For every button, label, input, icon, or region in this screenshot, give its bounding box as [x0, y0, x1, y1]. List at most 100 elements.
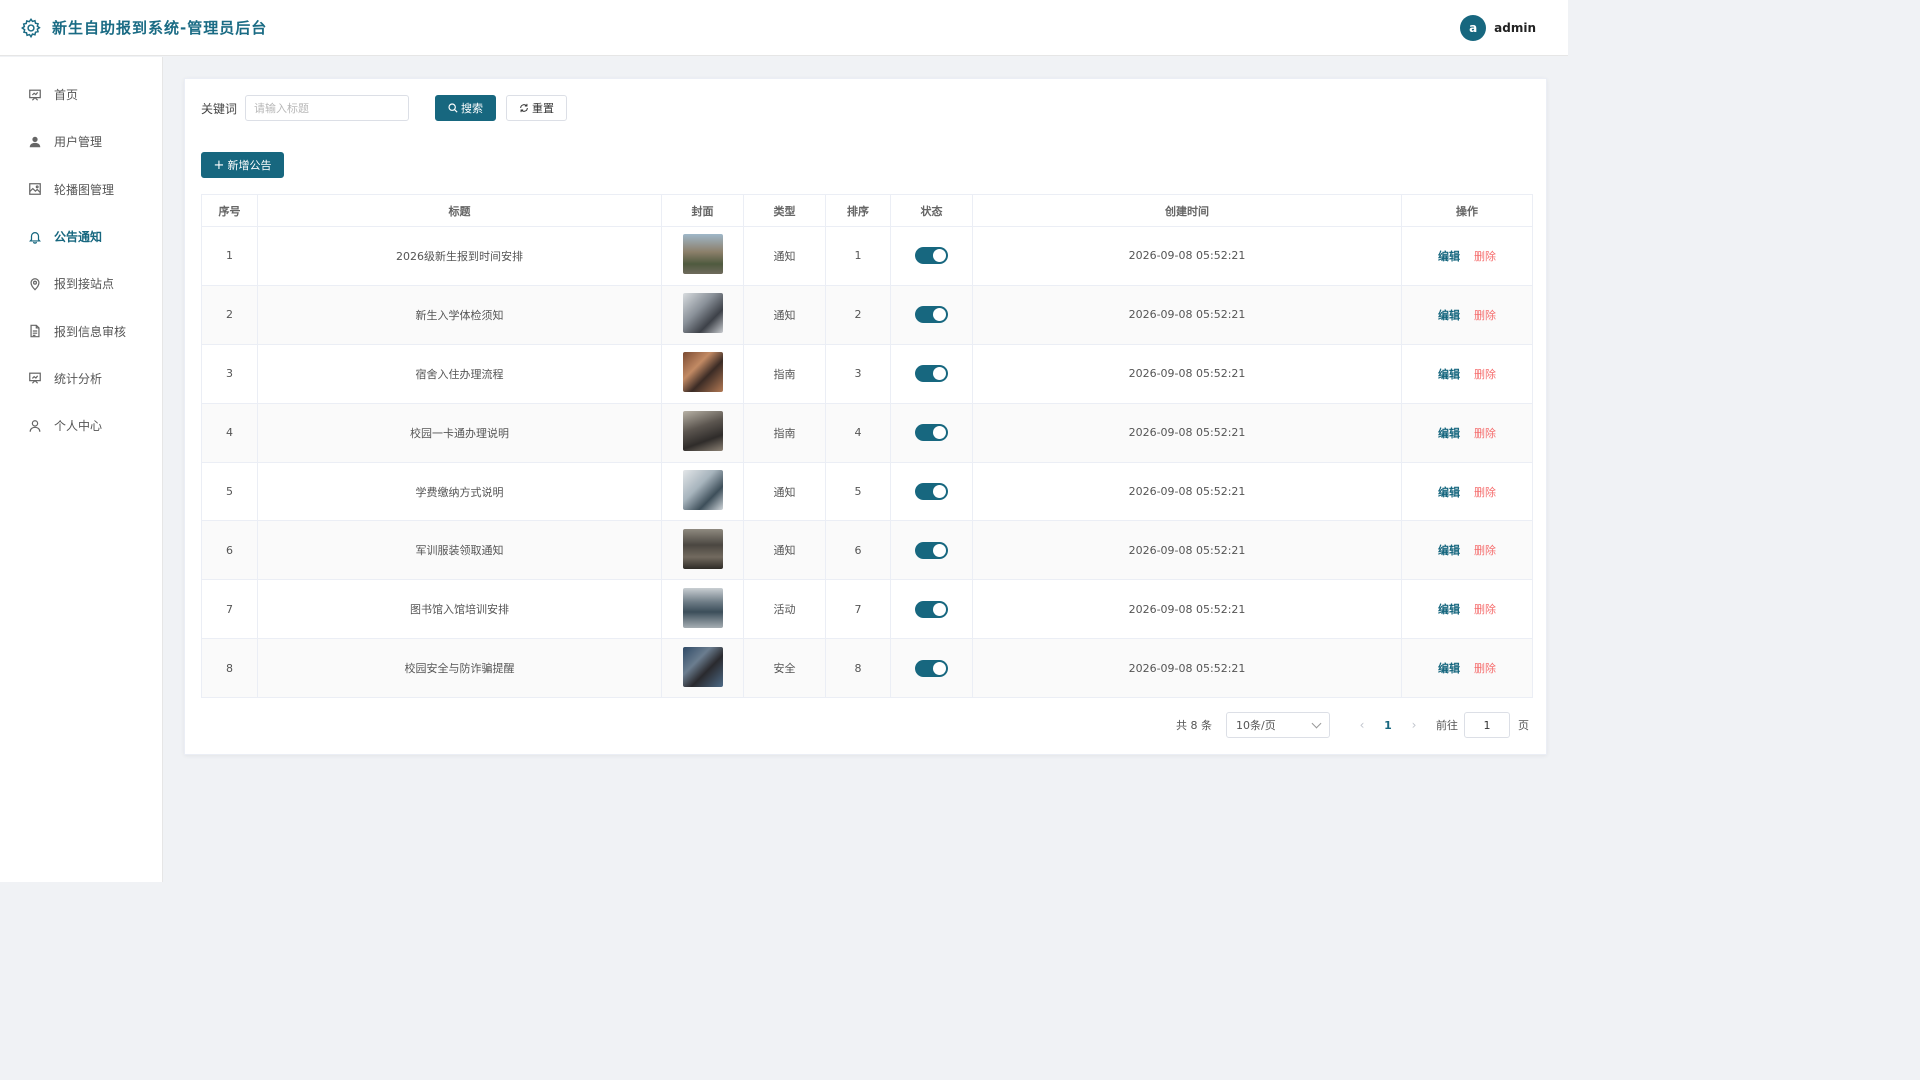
cell-cover [661, 402, 744, 463]
chart-icon [29, 372, 41, 385]
edit-link[interactable]: 编辑 [1438, 603, 1460, 616]
status-toggle[interactable] [915, 600, 948, 618]
cell-sort: 1 [825, 226, 891, 286]
cover-thumbnail[interactable] [682, 470, 723, 510]
cell-type: 活动 [743, 579, 826, 640]
document-icon [30, 324, 40, 338]
cover-thumbnail[interactable] [682, 234, 723, 275]
col-header-title[interactable]: 标题 [257, 194, 662, 227]
page-size-select[interactable]: 10条/页 [1226, 712, 1330, 738]
cell-actions: 编辑 删除 [1401, 226, 1533, 286]
sidebar-item-announcements[interactable]: 公告通知 [0, 213, 162, 260]
gear-icon [21, 17, 41, 38]
sidebar-item-statistics[interactable]: 统计分析 [0, 355, 162, 402]
sidebar-item-review[interactable]: 报到信息审核 [0, 307, 162, 354]
cell-title: 军训服装领取通知 [257, 520, 662, 581]
cover-thumbnail[interactable] [682, 587, 723, 628]
table-row: 8 校园安全与防诈骗提醒 安全 8 2026-09-08 05:52:21 编辑… [201, 638, 1533, 699]
cover-thumbnail[interactable] [682, 646, 723, 687]
cell-status [890, 226, 973, 286]
cell-actions: 编辑 删除 [1401, 579, 1533, 640]
status-toggle[interactable] [915, 306, 948, 324]
sidebar: 首页 用户管理 轮播图管理 公告通知 报到接站点 报到信息审核 统计分析 个人中… [0, 57, 163, 882]
delete-link[interactable]: 删除 [1474, 309, 1496, 322]
add-announcement-button[interactable]: + 新增公告 [201, 152, 284, 178]
sidebar-item-pickup-points[interactable]: 报到接站点 [0, 260, 162, 307]
sidebar-item-label: 首页 [54, 88, 79, 103]
delete-link[interactable]: 删除 [1474, 250, 1496, 263]
app-title: 新生自助报到系统-管理员后台 [52, 19, 268, 37]
cell-status [890, 402, 973, 463]
cover-thumbnail[interactable] [682, 411, 723, 452]
chevron-down-icon [1311, 718, 1322, 728]
cell-actions: 编辑 删除 [1401, 520, 1533, 581]
page-number-current[interactable]: 1 [1372, 719, 1404, 732]
status-toggle[interactable] [915, 483, 948, 500]
plus-icon: + [213, 157, 225, 173]
cell-status [890, 638, 973, 699]
delete-link[interactable]: 删除 [1474, 662, 1496, 675]
cell-index: 3 [201, 343, 258, 404]
cell-sort: 5 [825, 461, 891, 522]
sidebar-item-label: 报到接站点 [54, 277, 115, 292]
cover-thumbnail[interactable] [682, 293, 723, 334]
cell-created: 2026-09-08 05:52:21 [972, 402, 1402, 463]
status-toggle[interactable] [915, 541, 948, 559]
delete-link[interactable]: 删除 [1474, 368, 1496, 381]
announcement-panel: 关键词 搜索 重置 + 新增公告 序号 标题 封面 类型 排序 状态 创建时间 [184, 78, 1547, 755]
status-toggle[interactable] [915, 424, 948, 442]
cover-thumbnail[interactable] [682, 528, 723, 569]
edit-link[interactable]: 编辑 [1438, 309, 1460, 322]
cell-cover [661, 284, 744, 345]
cell-created: 2026-09-08 05:52:21 [972, 226, 1402, 286]
cell-sort: 7 [825, 579, 891, 640]
edit-link[interactable]: 编辑 [1438, 544, 1460, 557]
col-header-created[interactable]: 创建时间 [972, 194, 1402, 227]
delete-link[interactable]: 删除 [1474, 603, 1496, 616]
cell-type: 安全 [743, 638, 826, 699]
edit-link[interactable]: 编辑 [1438, 662, 1460, 675]
col-header-index[interactable]: 序号 [201, 194, 258, 227]
user-menu[interactable]: a admin [1460, 14, 1536, 41]
delete-link[interactable]: 删除 [1474, 544, 1496, 557]
page-size-value: 10条/页 [1236, 719, 1276, 732]
cell-sort: 4 [825, 402, 891, 463]
col-header-sort[interactable]: 排序 [825, 194, 891, 227]
username[interactable]: admin [1494, 21, 1536, 35]
edit-link[interactable]: 编辑 [1438, 486, 1460, 499]
edit-link[interactable]: 编辑 [1438, 250, 1460, 263]
goto-page-input[interactable] [1464, 712, 1510, 738]
status-toggle[interactable] [915, 365, 948, 383]
avatar[interactable]: a [1460, 14, 1487, 41]
next-page-button[interactable]: › [1404, 718, 1424, 732]
sidebar-item-home[interactable]: 首页 [0, 71, 162, 118]
cell-actions: 编辑 删除 [1401, 343, 1533, 404]
delete-link[interactable]: 删除 [1474, 486, 1496, 499]
status-toggle[interactable] [915, 247, 948, 265]
cell-actions: 编辑 删除 [1401, 284, 1533, 345]
cell-status [890, 520, 973, 581]
col-header-cover[interactable]: 封面 [661, 194, 744, 227]
cell-index: 6 [201, 520, 258, 581]
col-header-status[interactable]: 状态 [890, 194, 973, 227]
prev-page-button[interactable]: ‹ [1352, 718, 1372, 732]
edit-link[interactable]: 编辑 [1438, 427, 1460, 440]
cell-title: 2026级新生报到时间安排 [257, 226, 662, 286]
brand: 新生自助报到系统-管理员后台 [20, 17, 267, 39]
reset-button[interactable]: 重置 [506, 95, 568, 121]
cover-thumbnail[interactable] [682, 352, 723, 393]
delete-link[interactable]: 删除 [1474, 427, 1496, 440]
top-header: 新生自助报到系统-管理员后台 a admin [0, 0, 1568, 56]
status-toggle[interactable] [915, 659, 948, 677]
col-header-type[interactable]: 类型 [743, 194, 826, 227]
sidebar-item-profile[interactable]: 个人中心 [0, 402, 162, 449]
sidebar-item-label: 个人中心 [54, 419, 103, 434]
col-header-actions[interactable]: 操作 [1401, 194, 1533, 227]
sidebar-item-carousel[interactable]: 轮播图管理 [0, 166, 162, 213]
table-row: 5 学费缴纳方式说明 通知 5 2026-09-08 05:52:21 编辑 删除 [201, 461, 1533, 522]
search-button[interactable]: 搜索 [435, 95, 497, 121]
sidebar-item-users[interactable]: 用户管理 [0, 118, 162, 165]
user-icon [29, 136, 41, 148]
keyword-input[interactable] [245, 95, 410, 121]
edit-link[interactable]: 编辑 [1438, 368, 1460, 381]
